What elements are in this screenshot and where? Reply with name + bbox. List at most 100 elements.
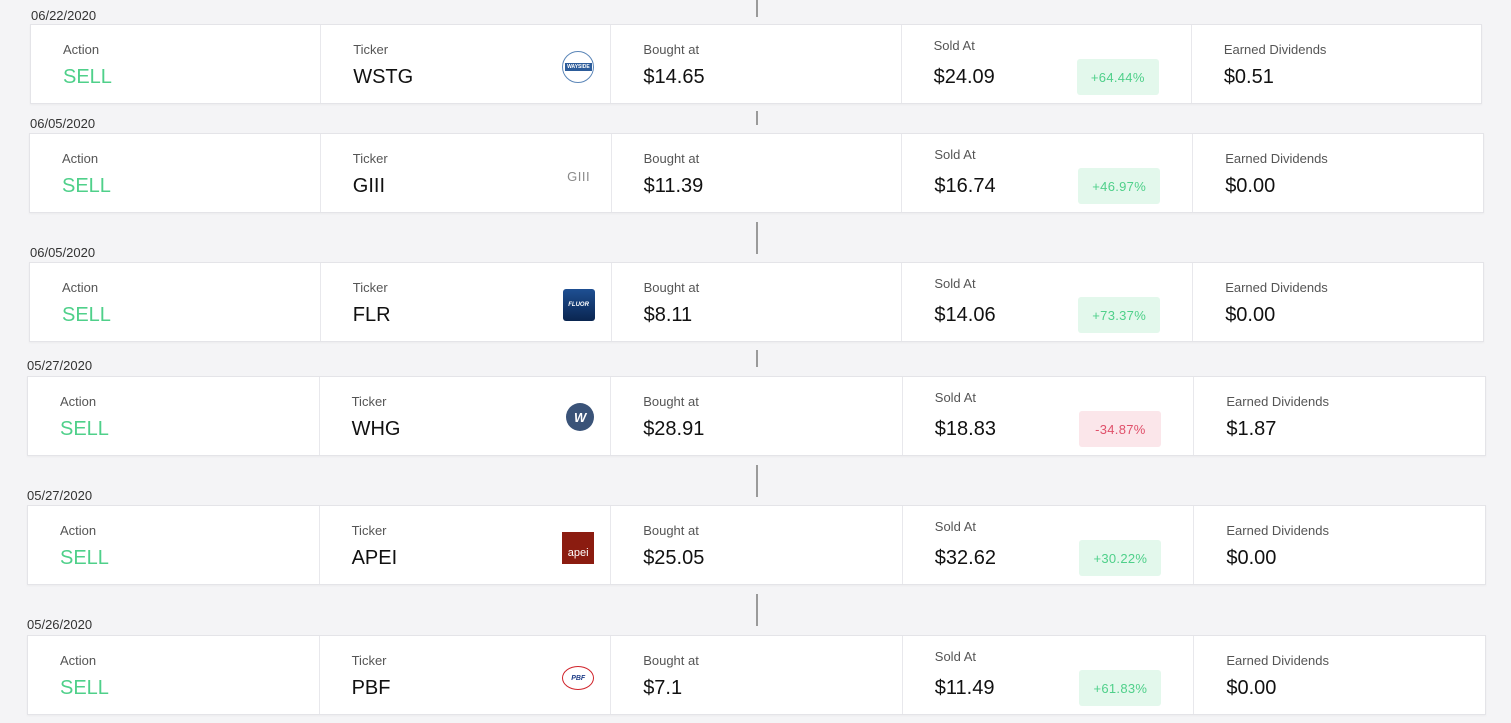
sold-value: $24.09 — [933, 66, 995, 88]
trade-card[interactable]: Action SELL Ticker PBF PBF Bought at $7.… — [27, 635, 1486, 715]
ticker-value[interactable]: FLR — [353, 304, 391, 327]
pbf-logo-icon: PBF — [562, 666, 595, 690]
trade-date: 06/05/2020 — [30, 116, 96, 131]
logo-text: GIII — [567, 168, 591, 184]
trade-date: 05/27/2020 — [27, 358, 93, 373]
sold-cell: Sold At $14.06 +73.37% — [902, 263, 1194, 341]
trade-card[interactable]: Action SELL Ticker WHG W Bought at $28.9… — [27, 376, 1486, 456]
dividends-value: $0.00 — [1226, 547, 1277, 569]
action-label: Action — [63, 42, 100, 57]
timeline-connector — [756, 0, 758, 17]
change-badge: -34.87% — [1079, 411, 1162, 447]
action-cell: Action SELL — [31, 25, 322, 103]
trade-date: 06/22/2020 — [31, 8, 97, 23]
bought-cell: Bought at $25.05 — [611, 506, 903, 584]
bought-value: $14.65 — [643, 66, 705, 88]
sold-cell: Sold At $11.49 +61.83% — [903, 636, 1195, 714]
dividends-cell: Earned Dividends $0.00 — [1194, 636, 1485, 714]
ticker-label: Ticker — [352, 151, 388, 166]
sold-cell: Sold At $32.62 +30.22% — [903, 506, 1195, 584]
dividends-cell: Earned Dividends $0.00 — [1194, 506, 1485, 584]
trade-date: 05/27/2020 — [27, 488, 93, 503]
bought-cell: Bought at $8.11 — [612, 263, 903, 341]
bought-label: Bought at — [643, 653, 699, 668]
ticker-cell: Ticker FLR FLUOR — [321, 263, 612, 341]
bought-cell: Bought at $7.1 — [611, 636, 903, 714]
sold-cell: Sold At $18.83 -34.87% — [903, 377, 1195, 455]
sold-label: Sold At — [934, 390, 976, 405]
action-cell: Action SELL — [30, 263, 321, 341]
sold-label: Sold At — [934, 276, 976, 291]
ticker-value[interactable]: WSTG — [353, 66, 413, 89]
ticker-value[interactable]: APEI — [352, 547, 398, 570]
ticker-label: Ticker — [351, 653, 387, 668]
bought-cell: Bought at $14.65 — [611, 25, 902, 103]
logo-text: PBF — [571, 674, 586, 682]
sold-label: Sold At — [933, 38, 975, 53]
sold-label: Sold At — [934, 147, 976, 162]
action-label: Action — [62, 280, 99, 295]
bought-cell: Bought at $28.91 — [611, 377, 903, 455]
ticker-value[interactable]: WHG — [352, 418, 401, 441]
change-badge: +46.97% — [1078, 168, 1161, 204]
sold-value: $16.74 — [934, 175, 996, 197]
action-cell: Action SELL — [28, 506, 320, 584]
fluor-logo-icon: FLUOR — [562, 289, 595, 321]
logo-text: FLUOR — [568, 302, 589, 308]
logo-text: W — [574, 409, 587, 425]
sold-value: $11.49 — [934, 677, 995, 699]
timeline-connector — [756, 594, 758, 626]
timeline-connector — [756, 465, 758, 497]
ticker-cell: Ticker APEI apei — [320, 506, 612, 584]
ticker-label: Ticker — [352, 280, 388, 295]
trade-card[interactable]: Action SELL Ticker WSTG WAYSIDE Bought a… — [30, 24, 1482, 104]
dividends-cell: Earned Dividends $0.00 — [1193, 134, 1483, 212]
trade-card[interactable]: Action SELL Ticker GIII GIII Bought at $… — [29, 133, 1484, 213]
logo-text: WAYSIDE — [565, 63, 592, 71]
action-value: SELL — [62, 175, 111, 197]
action-label: Action — [62, 151, 99, 166]
action-value: SELL — [62, 304, 111, 326]
action-value: SELL — [60, 547, 109, 569]
giii-logo-icon: GIII — [563, 160, 595, 192]
dividends-value: $0.51 — [1223, 66, 1274, 88]
trade-card[interactable]: Action SELL Ticker FLR FLUOR Bought at $… — [29, 262, 1484, 342]
dividends-cell: Earned Dividends $0.51 — [1192, 25, 1481, 103]
ticker-value[interactable]: PBF — [352, 677, 391, 700]
change-badge: +73.37% — [1078, 297, 1161, 333]
dividends-label: Earned Dividends — [1225, 151, 1328, 166]
ticker-cell: Ticker PBF PBF — [320, 636, 612, 714]
timeline-connector — [756, 350, 758, 367]
ticker-cell: Ticker GIII GIII — [321, 134, 612, 212]
action-cell: Action SELL — [30, 134, 321, 212]
action-label: Action — [60, 523, 97, 538]
dividends-cell: Earned Dividends $0.00 — [1193, 263, 1483, 341]
trade-card[interactable]: Action SELL Ticker APEI apei Bought at $… — [27, 505, 1486, 585]
dividends-cell: Earned Dividends $1.87 — [1194, 377, 1485, 455]
dividends-label: Earned Dividends — [1226, 653, 1329, 668]
bought-label: Bought at — [643, 42, 700, 57]
bought-value: $8.11 — [643, 304, 693, 326]
dividends-label: Earned Dividends — [1226, 394, 1329, 409]
dividends-label: Earned Dividends — [1225, 280, 1328, 295]
ticker-label: Ticker — [351, 394, 387, 409]
trade-date: 05/26/2020 — [27, 617, 93, 632]
bought-label: Bought at — [643, 394, 699, 409]
change-badge: +61.83% — [1079, 670, 1162, 706]
sold-label: Sold At — [934, 649, 976, 664]
bought-label: Bought at — [643, 523, 699, 538]
ticker-value[interactable]: GIII — [353, 175, 385, 198]
ticker-cell: Ticker WHG W — [320, 377, 612, 455]
bought-label: Bought at — [643, 280, 700, 295]
apei-logo-icon: apei — [562, 532, 595, 564]
change-badge: +30.22% — [1079, 540, 1162, 576]
action-value: SELL — [60, 677, 109, 699]
ticker-label: Ticker — [351, 523, 387, 538]
action-cell: Action SELL — [28, 636, 320, 714]
ticker-label: Ticker — [353, 42, 389, 57]
bought-label: Bought at — [643, 151, 700, 166]
dividends-value: $0.00 — [1225, 304, 1276, 326]
whg-logo-icon: W — [566, 403, 595, 431]
timeline-connector — [756, 111, 758, 125]
trade-date: 06/05/2020 — [30, 245, 96, 260]
